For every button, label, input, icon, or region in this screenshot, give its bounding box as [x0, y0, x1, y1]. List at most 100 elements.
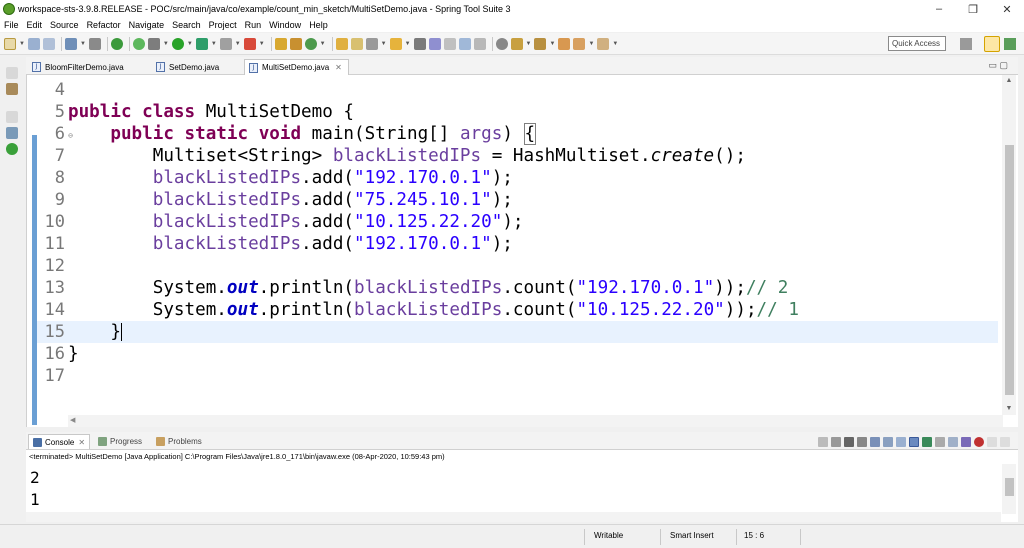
menu-navigate[interactable]: Navigate [129, 20, 165, 30]
open-task-icon[interactable] [350, 37, 363, 50]
editor-vertical-scrollbar[interactable]: ▲ ▼ [1002, 75, 1016, 415]
run-icon[interactable] [171, 37, 184, 50]
skip-breakpoints-icon[interactable] [88, 37, 101, 50]
code-line[interactable]: blackListedIPs.add("10.125.22.20"); [68, 211, 998, 233]
minimize-maximize-icon[interactable]: ▭ ▢ [988, 60, 1008, 71]
coverage-icon[interactable] [195, 37, 208, 50]
clear-console-icon[interactable] [857, 437, 867, 447]
remove-launch-icon[interactable] [831, 437, 841, 447]
word-wrap-icon[interactable] [883, 437, 893, 447]
forward-icon[interactable] [597, 37, 610, 50]
terminate-icon[interactable] [818, 437, 828, 447]
maximize-icon[interactable] [1000, 437, 1010, 447]
open-perspective-icon[interactable] [960, 38, 972, 50]
restore-icon[interactable] [6, 67, 18, 79]
chevron-down-icon[interactable]: ▼ [612, 41, 618, 47]
outline-icon[interactable] [6, 127, 18, 139]
menu-run[interactable]: Run [245, 20, 262, 30]
mark-occurrences-icon[interactable] [428, 37, 441, 50]
chevron-down-icon[interactable]: ▼ [187, 41, 193, 47]
scroll-thumb[interactable] [1005, 478, 1014, 496]
show-whitespace-icon[interactable] [473, 37, 486, 50]
quick-access-input[interactable]: Quick Access [888, 36, 946, 51]
console-icon[interactable] [64, 37, 77, 50]
new-icon[interactable] [4, 37, 16, 50]
code-line[interactable]: Multiset<String> blackListedIPs = HashMu… [68, 145, 998, 167]
close-button[interactable]: ✕ [990, 0, 1024, 18]
console-vertical-scrollbar[interactable] [1002, 464, 1016, 514]
chevron-down-icon[interactable]: ▼ [320, 41, 326, 47]
console-horizontal-scrollbar[interactable] [26, 512, 1001, 522]
breadcrumb-icon[interactable] [495, 37, 508, 50]
code-editor[interactable]: 4 5 6 7 8 9 10 11 12 13 14 15 16 17 publ… [26, 75, 1018, 427]
spring-perspective-icon[interactable] [984, 36, 1000, 52]
menu-window[interactable]: Window [269, 20, 301, 30]
next-annotation-icon[interactable] [510, 37, 523, 50]
external-tools-icon[interactable] [243, 37, 256, 50]
annotation-icon[interactable] [413, 37, 426, 50]
spring-boot-icon[interactable] [110, 37, 123, 50]
back-icon[interactable] [573, 37, 586, 50]
display-console-icon[interactable] [935, 437, 945, 447]
tab-bloomfilterdemo[interactable]: J BloomFilterDemo.java [28, 59, 130, 75]
tab-setdemo[interactable]: J SetDemo.java [152, 59, 225, 75]
save-all-icon[interactable] [42, 37, 55, 50]
spring-console-icon[interactable] [974, 437, 984, 447]
package-explorer-icon[interactable] [6, 83, 18, 95]
menu-source[interactable]: Source [50, 20, 79, 30]
new-class-icon[interactable] [304, 37, 317, 50]
maximize-button[interactable]: ❐ [956, 0, 990, 18]
code-line[interactable]: System.out.println(blackListedIPs.count(… [68, 277, 998, 299]
code-line[interactable]: public class MultiSetDemo { [68, 101, 998, 123]
code-line[interactable]: blackListedIPs.add("75.245.10.1"); [68, 189, 998, 211]
tab-console[interactable]: Console ✕ [28, 434, 91, 449]
code-line[interactable]: blackListedIPs.add("192.170.0.1"); [68, 233, 998, 255]
code-line[interactable]: System.out.println(blackListedIPs.count(… [68, 299, 998, 321]
pin-console-icon[interactable] [922, 437, 932, 447]
menu-file[interactable]: File [4, 20, 19, 30]
spring-boot-dashboard-icon[interactable] [6, 143, 18, 155]
new-package-icon[interactable] [289, 37, 302, 50]
word-wrap-icon[interactable] [443, 37, 456, 50]
minimize-button[interactable]: – [922, 0, 956, 18]
stop-icon[interactable] [219, 37, 232, 50]
menu-help[interactable]: Help [309, 20, 328, 30]
minimize-icon[interactable] [987, 437, 997, 447]
tab-problems[interactable]: Problems [152, 434, 206, 449]
chevron-down-icon[interactable]: ▼ [549, 41, 555, 47]
code-line[interactable] [68, 79, 998, 101]
close-tab-icon[interactable]: ✕ [335, 63, 342, 72]
scroll-down-icon[interactable]: ▼ [1002, 403, 1016, 415]
refresh-icon[interactable] [132, 37, 145, 50]
menu-search[interactable]: Search [172, 20, 201, 30]
save-icon[interactable] [27, 37, 40, 50]
remove-all-icon[interactable] [844, 437, 854, 447]
chevron-down-icon[interactable]: ▼ [588, 41, 594, 47]
code-area[interactable]: public class MultiSetDemo { public stati… [68, 75, 998, 415]
pin-icon[interactable] [365, 37, 378, 50]
restore-icon[interactable] [6, 111, 18, 123]
close-tab-icon[interactable]: ✕ [78, 438, 85, 447]
chevron-down-icon[interactable]: ▼ [163, 41, 169, 47]
scroll-left-icon[interactable]: ◀ [70, 416, 75, 424]
chevron-down-icon[interactable]: ▼ [235, 41, 241, 47]
code-line[interactable] [68, 365, 998, 387]
new-java-project-icon[interactable] [274, 37, 287, 50]
chevron-down-icon[interactable]: ▼ [405, 41, 411, 47]
code-line[interactable]: public static void main(String[] args) { [68, 123, 998, 145]
chevron-down-icon[interactable]: ▼ [259, 41, 265, 47]
debug-perspective-icon[interactable] [1004, 38, 1016, 50]
menu-refactor[interactable]: Refactor [87, 20, 121, 30]
chevron-down-icon[interactable]: ▼ [211, 41, 217, 47]
previous-annotation-icon[interactable] [534, 37, 547, 50]
open-console-icon[interactable] [948, 437, 958, 447]
block-selection-icon[interactable] [458, 37, 471, 50]
search-icon[interactable] [389, 37, 402, 50]
scroll-up-icon[interactable]: ▲ [1002, 75, 1016, 87]
tab-multisetdemo[interactable]: J MultiSetDemo.java ✕ [244, 59, 349, 75]
code-line[interactable]: } [68, 321, 998, 344]
view-menu-icon[interactable] [961, 437, 971, 447]
chevron-down-icon[interactable]: ▼ [80, 41, 86, 47]
code-line[interactable]: } [68, 343, 998, 365]
show-on-error-icon[interactable] [909, 437, 919, 447]
